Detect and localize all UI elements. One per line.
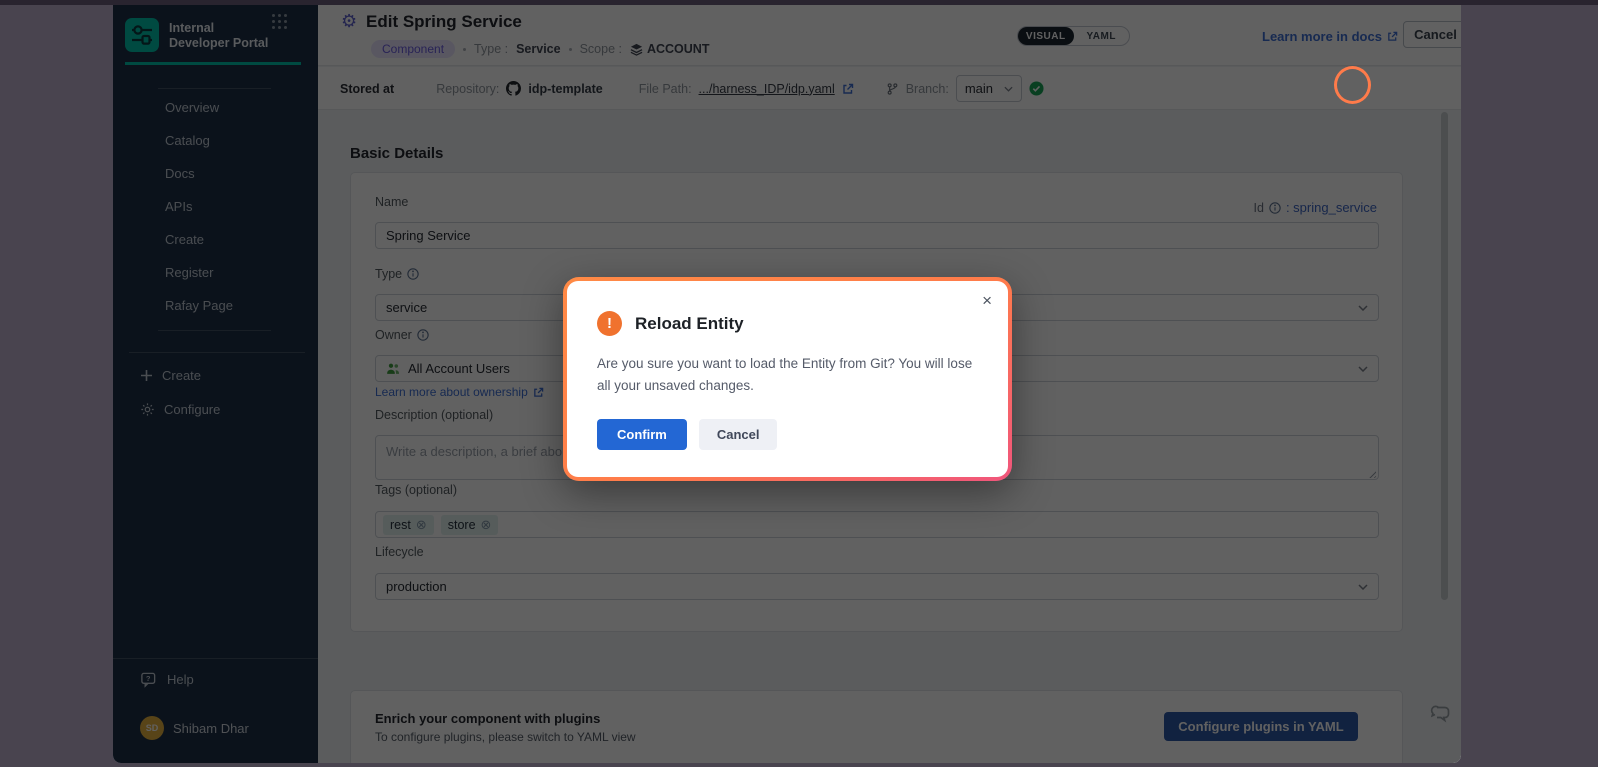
annotation-highlight-border: × ! Reload Entity Are you sure you want … — [563, 277, 1012, 481]
close-icon[interactable]: × — [982, 291, 992, 311]
modal-title: Reload Entity — [635, 314, 744, 334]
warning-icon: ! — [597, 311, 622, 336]
modal-actions: Confirm Cancel — [597, 419, 978, 450]
confirm-button[interactable]: Confirm — [597, 419, 687, 450]
annotation-circle-reload — [1334, 66, 1371, 104]
screen: Internal Developer Portal Overview Catal… — [0, 0, 1598, 767]
modal-header: ! Reload Entity — [597, 311, 978, 336]
modal-body-text: Are you sure you want to load the Entity… — [597, 353, 979, 396]
reload-entity-modal: × ! Reload Entity Are you sure you want … — [567, 281, 1008, 477]
modal-cancel-button[interactable]: Cancel — [699, 419, 778, 450]
